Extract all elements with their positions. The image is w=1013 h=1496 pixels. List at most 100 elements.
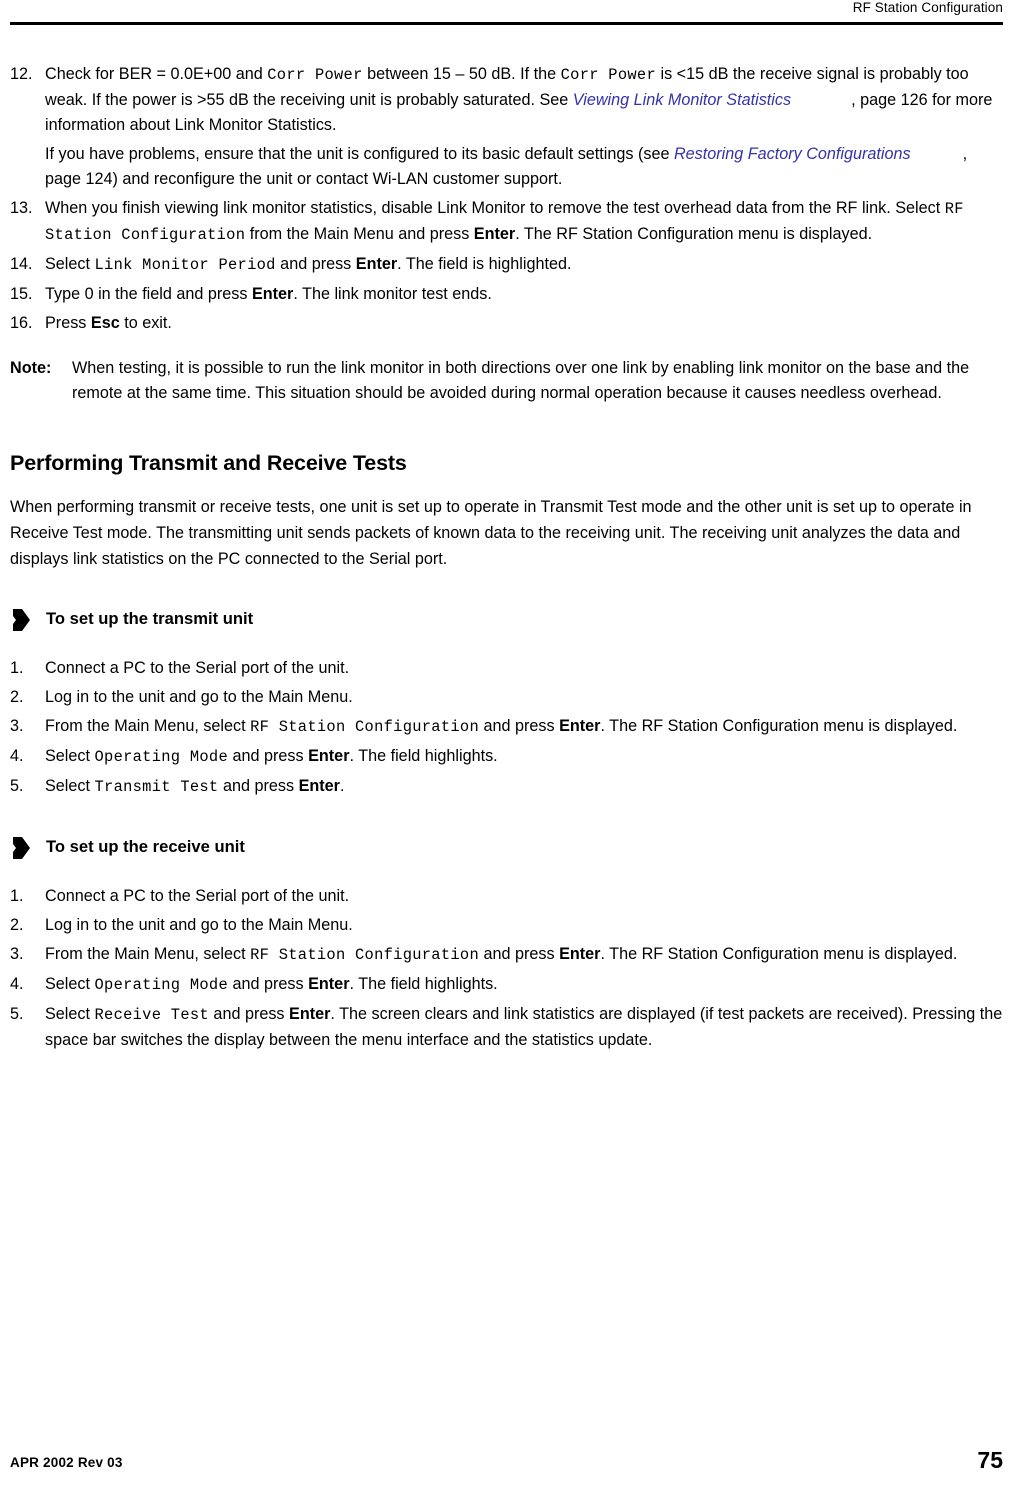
key-label: Esc [90,314,120,332]
procedure-title: To set up the receive unit [46,837,245,856]
procedure-step: 1. Connect a PC to the Serial port of the… [10,656,1003,681]
text-run: Select [45,777,95,795]
list-item: 14. Select Link Monitor Period and press … [10,252,1003,278]
key-label: Enter [559,717,601,735]
list-item-number: 16. [10,314,33,332]
procedure-step: 4. Select Operating Mode and press Enter.… [10,744,1003,770]
list-item-number: 14. [10,255,33,273]
text-run: From the Main Menu, select [45,945,251,963]
text-run: . The RF Station Configuration menu is d… [515,225,873,243]
mono-literal: Corr Power [267,66,363,84]
text-run: and press [479,945,560,963]
step-number: 4. [10,747,24,765]
key-label: Enter [251,285,294,303]
procedures-container: To set up the transmit unit 1. Connect a P… [10,608,1003,1053]
procedure-step: 2. Log in to the unit and go to the Main … [10,685,1003,710]
text-run: Connect a PC to the Serial port of the u… [45,887,350,905]
mono-literal: RF Station Configuration [250,718,479,736]
list-item-text: Select Link Monitor Period and press Ent… [45,255,572,274]
step-text: Log in to the unit and go to the Main Me… [45,916,353,934]
text-run: Select [45,975,95,993]
text-run: From the Main Menu, select [45,717,251,735]
mono-literal: Operating Mode [94,976,229,994]
cross-reference-link[interactable]: Restoring Factory Configurations [674,145,911,163]
step-number: 2. [10,916,24,934]
mono-literal: Link Monitor Period [94,256,276,274]
text-run: Log in to the unit and go to the Main Me… [45,688,353,706]
list-item: 16. Press Esc to exit. [10,311,1003,336]
text-run: Select [45,1005,95,1023]
procedure-step: 3. From the Main Menu, select RF Station … [10,942,1003,968]
note-text: When testing, it is possible to run the … [72,359,970,402]
footer-page-number: 75 [977,1447,1003,1473]
text-run: Log in to the unit and go to the Main Me… [45,916,353,934]
list-item-text: Press Esc to exit. [45,314,172,332]
mono-literal: Operating Mode [94,748,229,766]
header-title: RF Station Configuration [852,0,1003,15]
text-run: and press [218,777,299,795]
key-label: Enter [473,225,516,243]
text-run: . The RF Station Configuration menu is d… [600,945,958,963]
text-run: If you have problems, ensure that the un… [45,145,674,163]
note-block: Note: When testing, it is possible to ru… [10,356,1003,406]
text-run: between 15 – 50 dB. If the [362,65,561,83]
text-run: to exit. [119,314,172,332]
step-number: 3. [10,945,24,963]
step-text: Select Operating Mode and press Enter. T… [45,975,498,994]
list-item: 13. When you finish viewing link monitor … [10,196,1003,248]
step-text: Select Receive Test and press Enter. The… [45,1005,1002,1049]
step-number: 1. [10,887,24,905]
text-run: Select [45,255,95,273]
key-label: Enter [355,255,398,273]
note-label: Note: [10,359,52,377]
footer-revision: APR 2002 Rev 03 [10,1455,123,1470]
text-run: and press [228,747,309,765]
list-item-number: 12. [10,65,33,83]
step-number: 4. [10,975,24,993]
text-run: and press [275,255,356,273]
procedure-step: 4. Select Operating Mode and press Enter.… [10,972,1003,998]
arrow-right-solid-icon [13,837,30,859]
key-label: Enter [308,747,350,765]
mono-literal: RF Station Configuration [250,946,479,964]
mono-literal: Transmit Test [94,778,219,796]
mono-literal: Corr Power [560,66,656,84]
list-item: 15. Type 0 in the field and press Enter. … [10,282,1003,307]
step-number: 5. [10,1005,24,1023]
step-text: From the Main Menu, select RF Station Co… [45,945,958,964]
header-rule [10,22,1003,25]
step-text: From the Main Menu, select RF Station Co… [45,717,957,736]
text-run: from the Main Menu and press [245,225,474,243]
step-number: 1. [10,659,24,677]
cross-reference-link[interactable]: Viewing Link Monitor Statistics [573,91,791,109]
step-number: 3. [10,717,24,735]
step-number: 5. [10,777,24,795]
procedure-steps-1: 1. Connect a PC to the Serial port of the… [10,656,1003,800]
text-run: . The link monitor test ends. [293,285,492,303]
text-run: Select [45,747,95,765]
list-item-number: 15. [10,285,33,303]
key-label: Enter [559,945,601,963]
text-run: When you finish viewing link monitor sta… [45,199,945,217]
step-text: Select Transmit Test and press Enter. [45,777,344,796]
step-text: Connect a PC to the Serial port of the u… [45,659,349,677]
page-footer: APR 2002 Rev 03 75 [10,1440,1003,1474]
procedure-step: 2. Log in to the unit and go to the Main … [10,913,1003,938]
procedure-step: 1. Connect a PC to the Serial port of the… [10,884,1003,909]
step-text: Select Operating Mode and press Enter. T… [45,747,498,766]
continued-numbered-list: 12. Check for BER = 0.0E+00 and Corr Powe… [10,62,1003,336]
document-page: RF Station Configuration 12. Check for BE… [0,0,1013,1496]
text-run: and press [228,975,309,993]
text-run: Type 0 in the field and press [45,285,252,303]
procedure-heading: To set up the receive unit [10,836,1003,860]
key-label: Enter [289,1005,331,1023]
procedure-step: 5. Select Receive Test and press Enter. T… [10,1002,1003,1053]
procedure-title: To set up the transmit unit [46,609,254,628]
list-item-text: Check for BER = 0.0E+00 and Corr Power b… [45,65,992,134]
text-run: . The field highlights. [349,747,498,765]
list-item-number: 13. [10,199,33,217]
text-run: Connect a PC to the Serial port of the u… [45,659,350,677]
step-text: Log in to the unit and go to the Main Me… [45,688,353,706]
text-run: . The field is highlighted. [397,255,572,273]
key-label: Enter [308,975,350,993]
